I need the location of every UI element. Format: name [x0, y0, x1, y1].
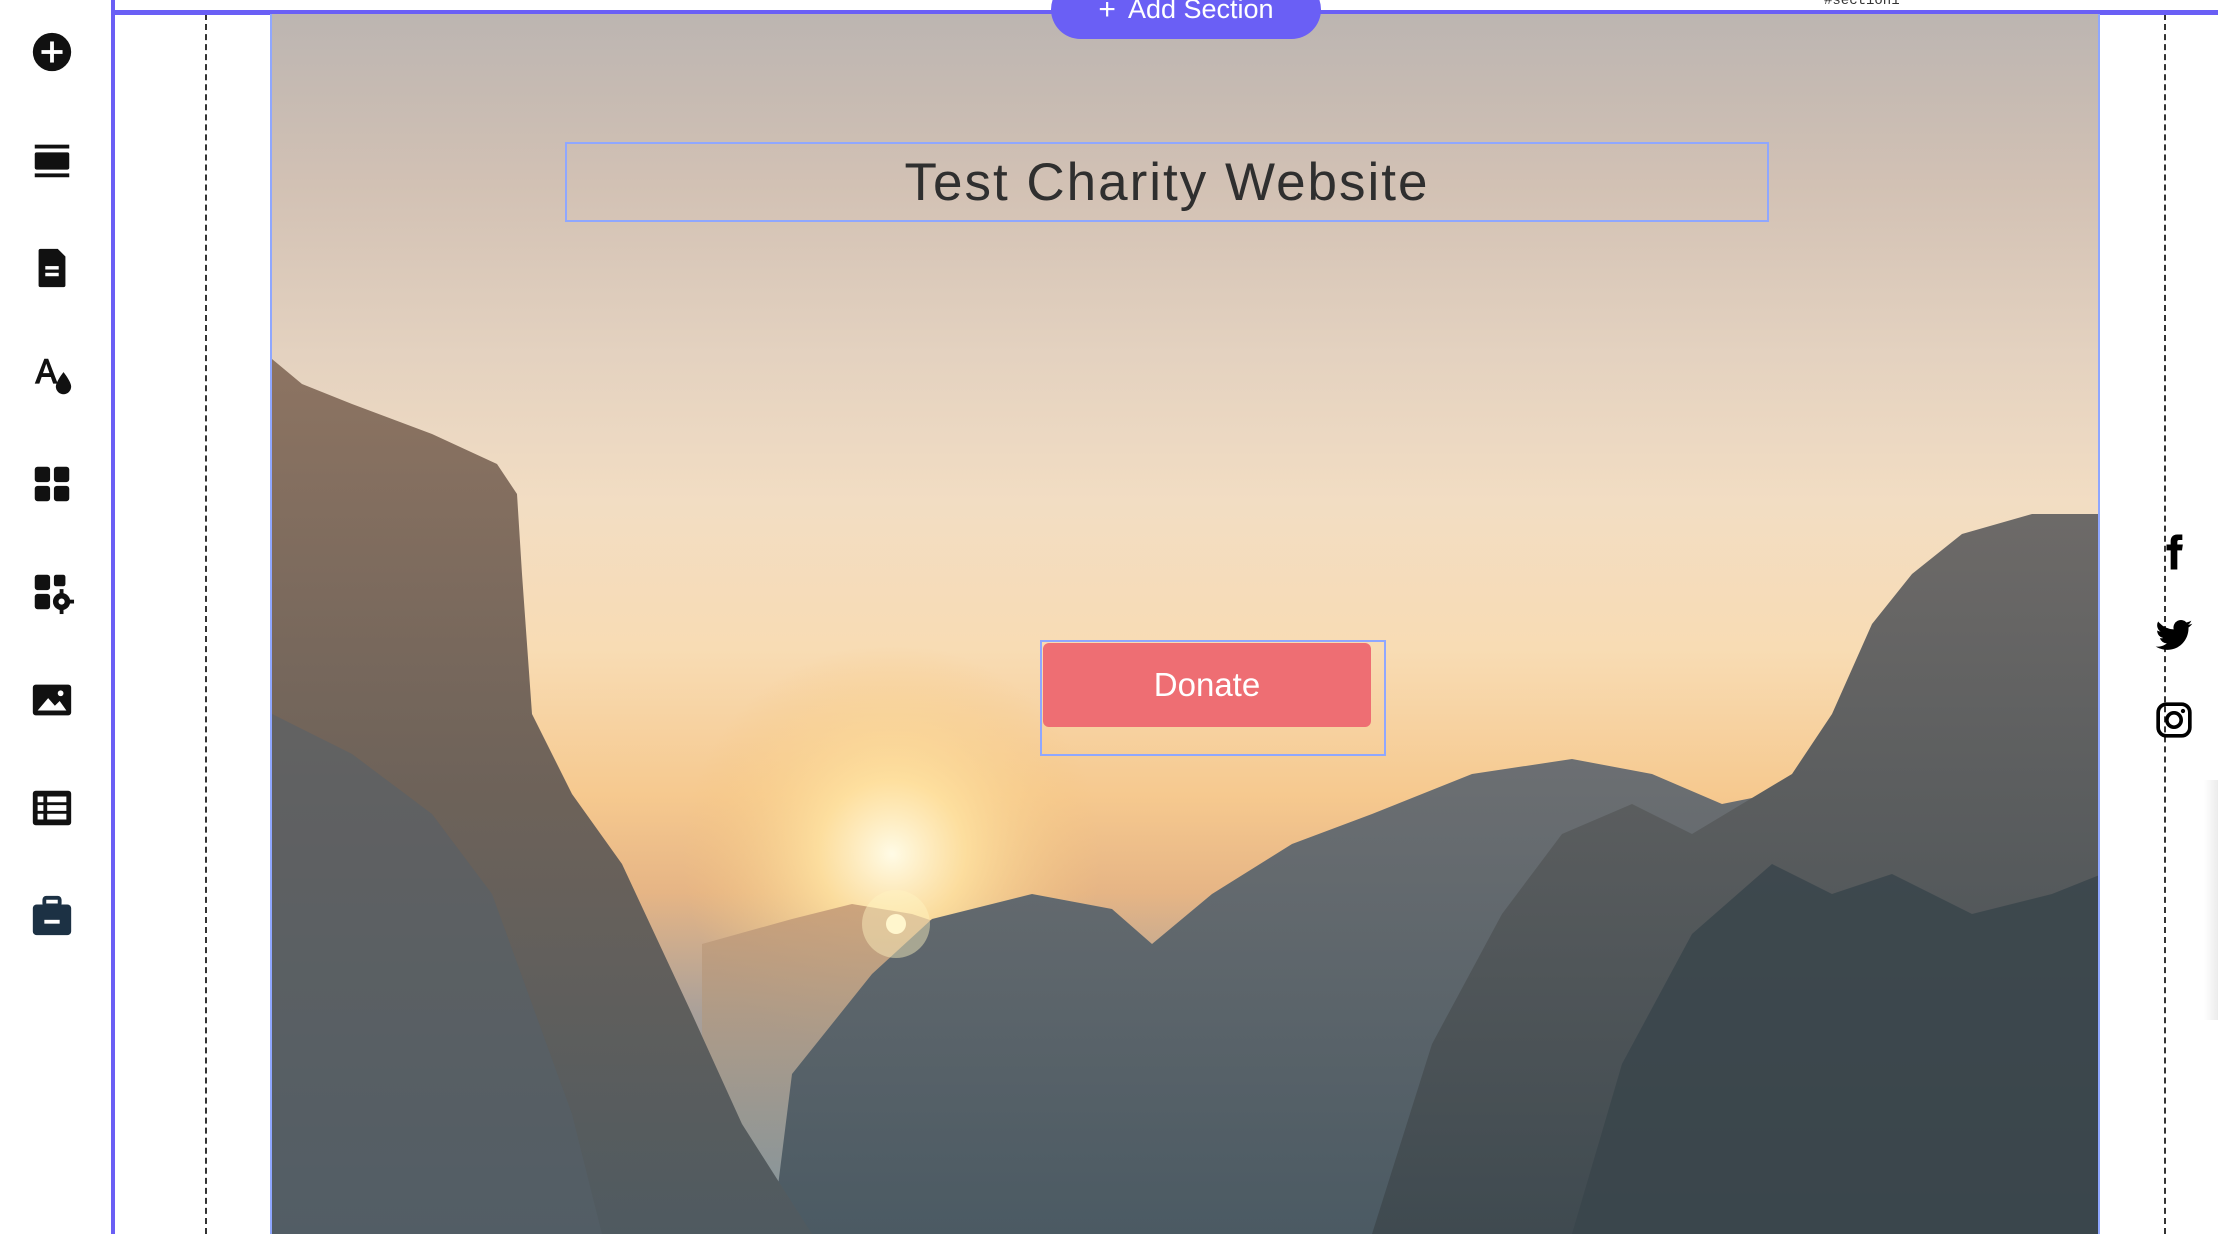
business-button[interactable]: [22, 886, 82, 946]
site-title: Test Charity Website: [904, 152, 1430, 212]
site-title-box[interactable]: Test Charity Website: [565, 142, 1769, 222]
twitter-icon: [2155, 620, 2193, 650]
instagram-link[interactable]: [2152, 698, 2196, 742]
apps-grid-icon: [34, 466, 70, 502]
apps-gear-icon: [34, 574, 75, 615]
twitter-link[interactable]: [2152, 614, 2196, 658]
donate-button[interactable]: Donate: [1043, 643, 1371, 727]
hero-section[interactable]: Test Charity Website Donate: [270, 14, 2100, 1234]
apps-button[interactable]: [22, 454, 82, 514]
plus-circle-icon: [32, 32, 72, 72]
page-icon: [38, 248, 66, 288]
briefcase-icon: [32, 895, 72, 936]
left-toolbar: [0, 0, 112, 1234]
left-gridline: [205, 14, 207, 1234]
image-icon: [32, 684, 72, 716]
facebook-icon: [2166, 534, 2183, 570]
add-section-label: Add Section: [1127, 0, 1274, 24]
pages-button[interactable]: [22, 238, 82, 298]
right-edge-shadow: [2204, 780, 2218, 1020]
add-elements-button[interactable]: [22, 22, 82, 82]
menu-icon: [34, 144, 70, 178]
theme-icon: [34, 358, 72, 395]
facebook-link[interactable]: [2152, 530, 2196, 574]
design-button[interactable]: [22, 346, 82, 406]
table-icon: [32, 790, 72, 826]
add-section-button[interactable]: + Add Section: [1051, 0, 1321, 39]
media-button[interactable]: [22, 670, 82, 730]
instagram-icon: [2156, 702, 2192, 738]
plus-icon: +: [1098, 0, 1116, 26]
section-id-tag: #section1: [1810, 0, 1975, 10]
app-settings-button[interactable]: [22, 562, 82, 622]
menus-pages-button[interactable]: [22, 130, 82, 190]
cms-button[interactable]: [22, 778, 82, 838]
